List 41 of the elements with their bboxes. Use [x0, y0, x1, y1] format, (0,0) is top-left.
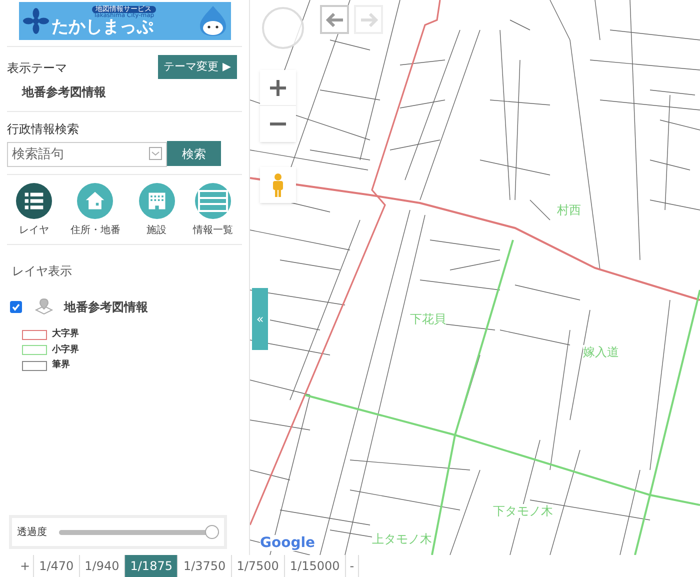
house-icon [84, 190, 106, 212]
opacity-label: 透過度 [17, 526, 47, 540]
logo-title: たかしまっぷ [52, 19, 154, 36]
person-icon [272, 173, 284, 197]
map-pin-icon [34, 298, 54, 316]
search-field[interactable]: 検索語句 [7, 142, 167, 167]
layer-section-title: レイヤ表示 [12, 263, 73, 280]
flower-icon [22, 8, 48, 34]
street-view-button[interactable] [260, 167, 296, 203]
legend-label: 筆界 [52, 359, 70, 372]
layer-checkbox[interactable] [10, 301, 22, 313]
mascot-icon [198, 5, 226, 37]
place-label: 嫁入道 [583, 345, 619, 359]
search-label: 行政情報検索 [7, 121, 80, 138]
place-label: 下花貝 [410, 312, 446, 326]
scale-option[interactable]: 1/1875 [125, 555, 178, 577]
opacity-slider[interactable] [59, 525, 219, 539]
change-theme-button[interactable]: テーマ変更 ▶ [158, 55, 237, 79]
list-icon [23, 190, 46, 212]
slider-thumb[interactable] [205, 525, 219, 539]
plus-icon [270, 80, 286, 96]
search-button[interactable]: 検索 [167, 141, 221, 166]
current-theme: 地番参考図情報 [22, 84, 106, 101]
scale-zoom-out-button[interactable]: - [346, 555, 360, 577]
left-arrow-icon [326, 12, 344, 26]
back-button[interactable] [320, 5, 349, 34]
table-icon [198, 190, 228, 212]
nav-tab[interactable]: 住所・地番 [70, 183, 120, 238]
theme-label: 表示テーマ [7, 60, 68, 77]
play-icon: ▶ [222, 58, 231, 76]
place-label: 上タモノ木 [372, 532, 432, 546]
minus-icon [270, 122, 286, 126]
place-label: 下タモノ木 [493, 504, 553, 518]
right-arrow-icon [360, 12, 378, 26]
layer-name: 地番参考図情報 [64, 299, 148, 316]
legend-label: 小字界 [52, 344, 79, 356]
map-attribution: Google [260, 535, 316, 551]
pan-control[interactable] [262, 7, 304, 49]
legend-label: 大字界 [52, 328, 79, 341]
place-label: 村西 [557, 203, 581, 217]
dropdown-icon[interactable] [149, 147, 162, 160]
